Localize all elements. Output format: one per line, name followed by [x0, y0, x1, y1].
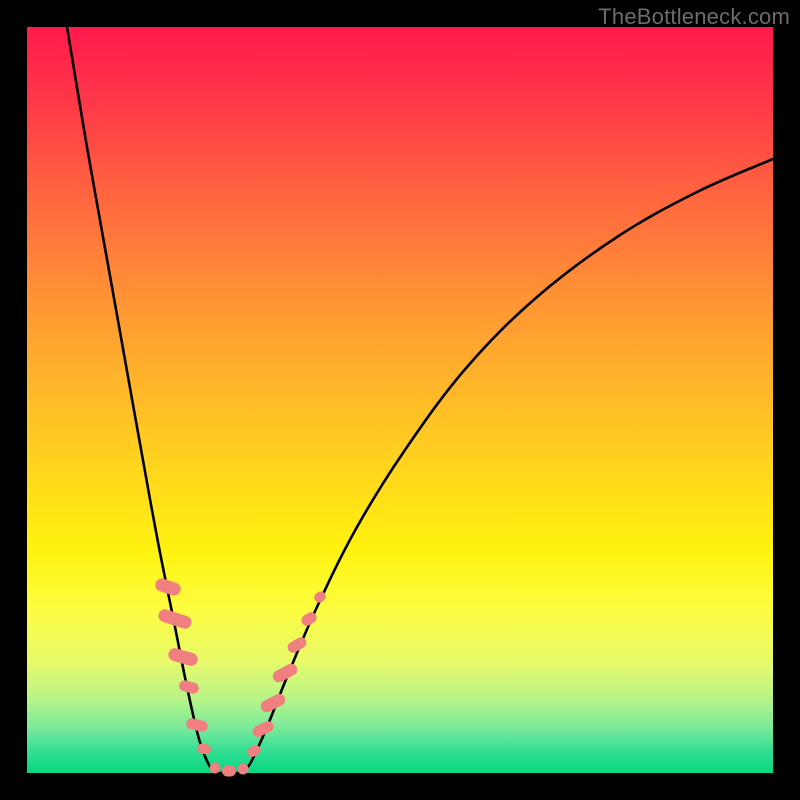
bead-marker — [185, 717, 209, 732]
chart-svg — [27, 27, 773, 773]
bead-marker — [299, 610, 318, 628]
bead-marker — [238, 764, 249, 775]
bead-marker — [178, 679, 200, 695]
marker-layer — [154, 577, 328, 777]
watermark-text: TheBottleneck.com — [598, 4, 790, 30]
bead-marker — [196, 743, 212, 755]
bead-marker — [222, 766, 236, 777]
bead-marker — [210, 763, 221, 774]
curve-right-curve — [242, 159, 773, 773]
curve-layer — [67, 27, 773, 773]
